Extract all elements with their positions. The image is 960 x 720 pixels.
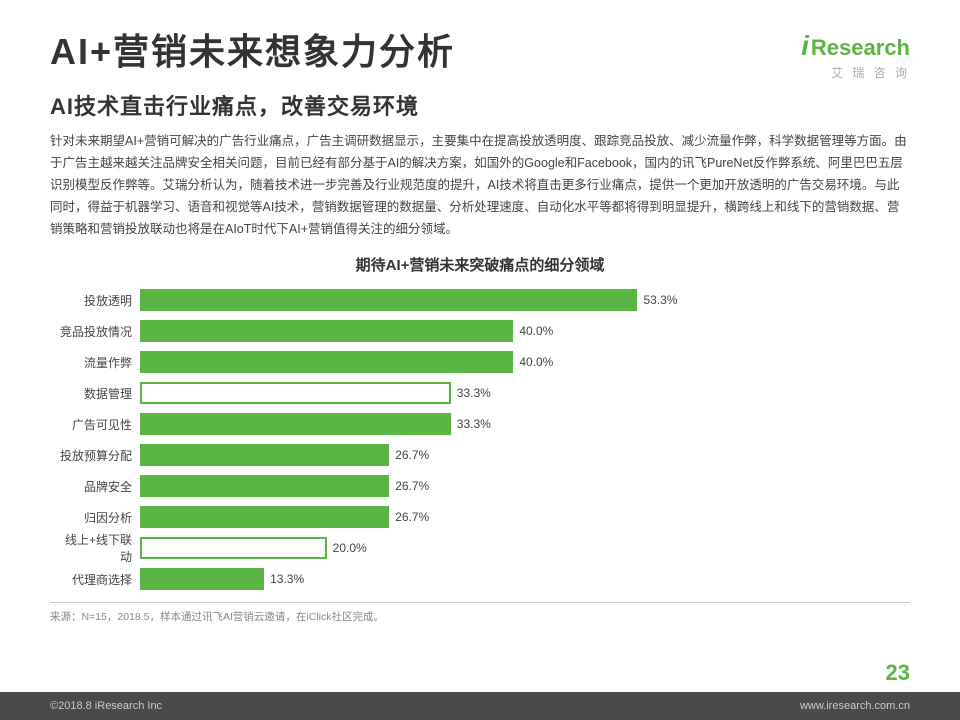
bar-container: 26.7% <box>140 444 900 466</box>
bar-container: 40.0% <box>140 320 900 342</box>
bar-label: 投放预算分配 <box>60 447 140 464</box>
bar-fill <box>140 289 637 311</box>
bar-value: 13.3% <box>270 572 304 586</box>
footer-source: 来源：N=15，2018.5，样本通过讯飞AI营销云邀请，在iClick社区完成… <box>50 602 910 624</box>
bar-label: 数据管理 <box>60 385 140 402</box>
page-number: 23 <box>886 660 910 686</box>
bar-fill <box>140 382 451 404</box>
bottom-right: www.iresearch.com.cn <box>800 700 910 712</box>
bar-fill <box>140 444 389 466</box>
bar-fill <box>140 320 513 342</box>
bar-container: 13.3% <box>140 568 900 590</box>
bar-row: 归因分析 26.7% <box>60 504 900 530</box>
bar-label: 品牌安全 <box>60 478 140 495</box>
logo-research: Research <box>811 35 910 61</box>
bar-fill <box>140 537 327 559</box>
bar-value: 20.0% <box>333 541 367 555</box>
bar-label: 竞品投放情况 <box>60 323 140 340</box>
bar-fill <box>140 413 451 435</box>
bar-row: 投放透明 53.3% <box>60 287 900 313</box>
bar-fill <box>140 475 389 497</box>
bar-label: 投放透明 <box>60 292 140 309</box>
bar-container: 26.7% <box>140 506 900 528</box>
bar-container: 40.0% <box>140 351 900 373</box>
bar-label: 代理商选择 <box>60 571 140 588</box>
bar-fill <box>140 506 389 528</box>
bar-container: 33.3% <box>140 413 900 435</box>
bar-container: 33.3% <box>140 382 900 404</box>
bar-row: 投放预算分配 26.7% <box>60 442 900 468</box>
bar-row: 竞品投放情况 40.0% <box>60 318 900 344</box>
bar-row: 数据管理 33.3% <box>60 380 900 406</box>
bar-row: 线上+线下联动20.0% <box>60 535 900 561</box>
bar-container: 20.0% <box>140 537 900 559</box>
bar-row: 广告可见性 33.3% <box>60 411 900 437</box>
bar-value: 26.7% <box>395 479 429 493</box>
title-group: AI+营销未来想象力分析 <box>50 30 455 73</box>
logo-i: i <box>801 30 809 62</box>
bar-value: 33.3% <box>457 386 491 400</box>
bar-value: 40.0% <box>519 324 553 338</box>
bar-value: 33.3% <box>457 417 491 431</box>
bar-container: 53.3% <box>140 289 900 311</box>
body-text: 针对未来期望AI+营销可解决的广告行业痛点，广告主调研数据显示，主要集中在提高投… <box>50 131 910 240</box>
bar-label: 广告可见性 <box>60 416 140 433</box>
bar-value: 26.7% <box>395 448 429 462</box>
bar-row: 流量作弊 40.0% <box>60 349 900 375</box>
bar-label: 归因分析 <box>60 509 140 526</box>
bottom-left: ©2018.8 iResearch Inc <box>50 700 162 712</box>
chart-title: 期待AI+营销未来突破痛点的细分领域 <box>50 254 910 275</box>
bar-value: 53.3% <box>643 293 677 307</box>
main-title: AI+营销未来想象力分析 <box>50 30 455 73</box>
logo-chinese: 艾 瑞 咨 询 <box>831 64 910 81</box>
header-area: AI+营销未来想象力分析 i Research 艾 瑞 咨 询 <box>50 30 910 81</box>
bar-value: 40.0% <box>519 355 553 369</box>
bar-row: 代理商选择 13.3% <box>60 566 900 592</box>
bar-value: 26.7% <box>395 510 429 524</box>
sub-title: AI技术直击行业痛点，改善交易环境 <box>50 89 910 121</box>
logo-top: i Research <box>801 30 910 62</box>
bar-row: 品牌安全 26.7% <box>60 473 900 499</box>
logo-wrapper: i Research 艾 瑞 咨 询 <box>801 30 910 81</box>
bottom-bar: ©2018.8 iResearch Inc www.iresearch.com.… <box>0 692 960 720</box>
bar-fill <box>140 568 264 590</box>
bar-fill <box>140 351 513 373</box>
chart-section: 期待AI+营销未来突破痛点的细分领域 投放透明53.3%竞品投放情况40.0%流… <box>50 254 910 592</box>
bar-container: 26.7% <box>140 475 900 497</box>
page: AI+营销未来想象力分析 i Research 艾 瑞 咨 询 AI技术直击行业… <box>0 0 960 720</box>
chart-area: 投放透明53.3%竞品投放情况40.0%流量作弊40.0%数据管理33.3%广告… <box>50 287 910 592</box>
bar-label: 流量作弊 <box>60 354 140 371</box>
bar-label: 线上+线下联动 <box>60 531 140 565</box>
